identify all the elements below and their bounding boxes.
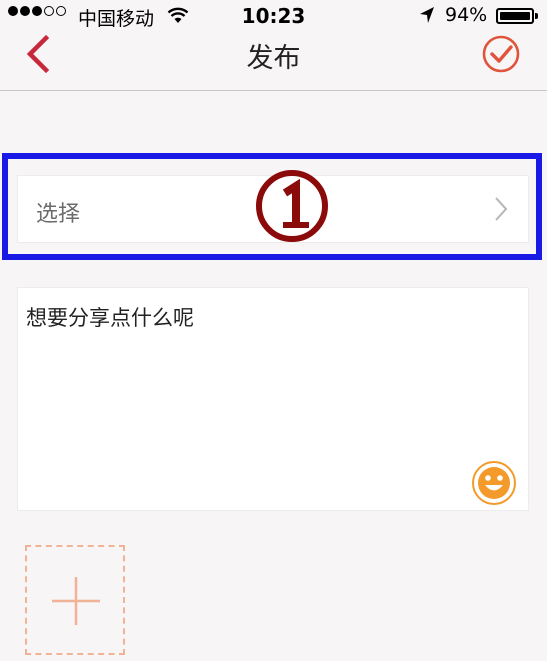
selector-label: 选择	[36, 202, 81, 227]
add-photo-button[interactable]	[25, 545, 125, 655]
chevron-right-icon	[495, 197, 508, 221]
battery-icon	[496, 8, 538, 24]
confirm-check-icon[interactable]	[481, 34, 521, 74]
plus-icon	[52, 577, 100, 625]
navigation-bar: 发布	[0, 32, 547, 91]
battery-percent: 94%	[445, 4, 488, 26]
status-bar: 中国移动 10:23 94%	[0, 0, 547, 32]
post-content-placeholder: 想要分享点什么呢	[26, 306, 194, 330]
page-title: 发布	[246, 43, 301, 74]
location-arrow-icon	[420, 7, 434, 23]
post-content-field[interactable]: 想要分享点什么呢	[17, 287, 529, 511]
step-marker	[256, 170, 328, 242]
emoji-smiley-icon[interactable]	[470, 459, 518, 507]
